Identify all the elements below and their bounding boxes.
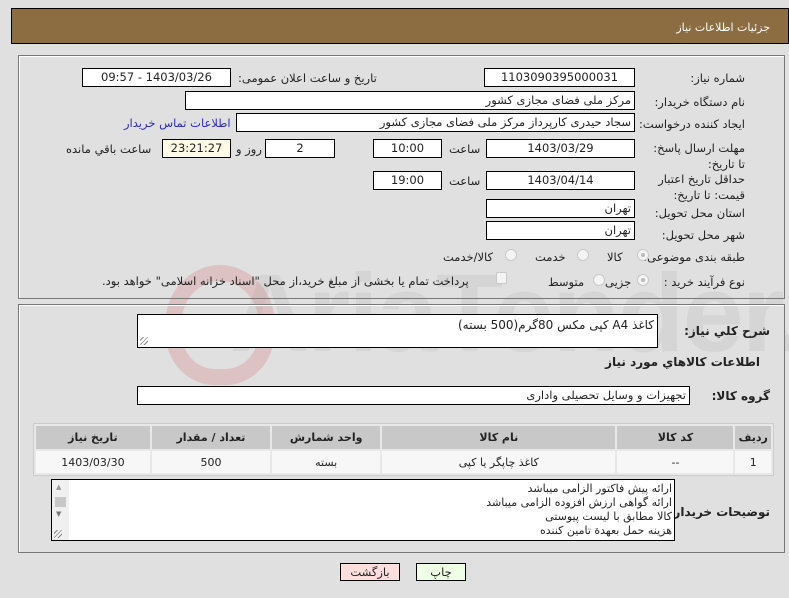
buyer-note-line: کالا مطابق با لیست پیوستی xyxy=(545,510,672,523)
resize-grip-icon[interactable] xyxy=(54,530,62,538)
deadline-time-field[interactable]: 10:00 xyxy=(373,139,442,158)
cell-code: -- xyxy=(617,451,734,473)
scroll-thumb[interactable] xyxy=(55,497,66,507)
col-qty: تعداد / مقدار xyxy=(151,426,271,449)
buyer-note-line: ارائه پیش فاکتور الزامی میباشد xyxy=(527,482,672,495)
cell-name: کاغذ چاپگر یا کپی xyxy=(382,451,616,473)
scroll-down-icon[interactable]: ▼ xyxy=(56,510,61,518)
deadline-date-field[interactable]: 1403/03/29 xyxy=(486,139,635,158)
announce-field[interactable]: 1403/03/26 - 09:57 xyxy=(82,68,231,87)
time-remaining-field: 23:21:27 xyxy=(162,139,231,158)
cell-date: 1403/03/30 xyxy=(36,451,150,473)
category-goods-service-label: کالا/خدمت xyxy=(443,250,494,264)
summary-textarea[interactable]: کاغذ A4 کپی مکس 80گرم(500 بسته) xyxy=(137,314,658,348)
need-number-field[interactable]: 1103090395000031 xyxy=(484,68,635,87)
category-service-label: خدمت xyxy=(535,250,566,264)
goods-table: ردیف کد کالا نام کالا واحد شمارش تعداد /… xyxy=(33,423,774,476)
col-date: تاریخ نیاز xyxy=(36,426,150,449)
category-service-radio[interactable] xyxy=(577,249,589,261)
purchase-type-minor-label: جزیی xyxy=(605,275,632,289)
purchase-type-label: نوع فرآیند خرید : xyxy=(663,275,745,289)
buyer-note-line: هزینه حمل بعهدة تامین کننده xyxy=(539,524,672,537)
col-row: ردیف xyxy=(735,426,771,449)
buyer-contact-link[interactable]: اطلاعات تماس خریدار xyxy=(124,116,231,130)
goods-table-header: ردیف کد کالا نام کالا واحد شمارش تعداد /… xyxy=(36,426,771,449)
buyer-notes-label: توضیحات خریدار: xyxy=(668,505,770,519)
price-validity-label: حداقل تاریخ اعتبار قیمت: تا تاریخ: xyxy=(658,172,745,202)
province-field[interactable]: تهران xyxy=(486,199,635,218)
deadline-label: مهلت ارسال پاسخ: تا تاریخ: xyxy=(653,141,745,171)
days-label: روز و xyxy=(236,142,262,156)
goods-group-field[interactable]: تجهیزات و وسایل تحصیلی واداری xyxy=(137,386,690,405)
deadline-time-label: ساعت xyxy=(449,142,481,156)
need-number-label: شماره نیاز: xyxy=(690,71,745,85)
col-unit: واحد شمارش xyxy=(272,426,381,449)
creator-field[interactable]: سجاد حیدری کارپرداز مرکز ملی فضای مجازی … xyxy=(236,113,635,132)
page-title: جزئیات اطلاعات نیاز xyxy=(676,21,770,34)
treasury-checkbox[interactable] xyxy=(496,272,507,284)
back-button[interactable]: بازگشت xyxy=(340,563,400,581)
summary-text: کاغذ A4 کپی مکس 80گرم(500 بسته) xyxy=(458,318,654,332)
creator-label: ایجاد کننده درخواست: xyxy=(639,117,745,131)
category-goods-label: کالا xyxy=(607,250,623,264)
summary-label: شرح کلي نياز: xyxy=(684,324,770,338)
category-goods-radio[interactable] xyxy=(637,249,649,261)
city-label: شهر محل تحویل: xyxy=(661,228,745,242)
province-label: استان محل تحویل: xyxy=(654,206,745,220)
cell-unit: بسته xyxy=(272,451,381,473)
price-validity-time-field[interactable]: 19:00 xyxy=(373,171,442,190)
time-remaining-label: ساعت باقي مانده xyxy=(66,142,152,156)
buyer-note-line: ارائه گواهی ارزش افزوده الزامی میباشد xyxy=(486,496,672,509)
price-validity-time-label: ساعت xyxy=(449,174,481,188)
category-goods-service-radio[interactable] xyxy=(505,249,517,261)
scroll-up-icon[interactable]: ▲ xyxy=(56,483,61,491)
purchase-type-medium-radio[interactable] xyxy=(593,274,605,286)
purchase-type-medium-label: متوسط xyxy=(548,275,585,289)
treasury-note: پرداخت تمام یا بخشی از مبلغ خرید،از محل … xyxy=(102,274,469,288)
goods-info-title: اطلاعات کالاهاي مورد نياز xyxy=(605,355,760,369)
city-field[interactable]: تهران xyxy=(486,221,635,240)
col-name: نام کالا xyxy=(382,426,616,449)
goods-group-label: گروه کالا: xyxy=(711,389,770,403)
buyer-org-label: نام دستگاه خریدار: xyxy=(654,95,745,109)
table-row: 1 -- کاغذ چاپگر یا کپی بسته 500 1403/03/… xyxy=(36,451,771,473)
buyer-notes-textarea[interactable]: ارائه پیش فاکتور الزامی میباشد ارائه گوا… xyxy=(51,479,675,541)
print-button[interactable]: چاپ xyxy=(416,563,466,581)
price-validity-date-field[interactable]: 1403/04/14 xyxy=(486,171,635,190)
cell-qty: 500 xyxy=(151,451,271,473)
days-remaining-field[interactable]: 2 xyxy=(265,139,335,158)
buyer-notes-text: ارائه پیش فاکتور الزامی میباشد ارائه گوا… xyxy=(486,482,672,538)
category-label: طبقه بندی موضوعی: xyxy=(643,250,745,264)
col-code: کد کالا xyxy=(617,426,734,449)
page-header: جزئیات اطلاعات نیاز xyxy=(11,8,789,44)
notes-scrollbar[interactable]: ▲ ▼ xyxy=(52,480,69,540)
purchase-type-minor-radio[interactable] xyxy=(637,274,649,286)
announce-label: تاریخ و ساعت اعلان عمومی: xyxy=(238,71,377,85)
buyer-org-field[interactable]: مرکز ملی فضای مجازی کشور xyxy=(185,91,635,110)
cell-row: 1 xyxy=(735,451,771,473)
resize-grip-icon[interactable] xyxy=(140,337,148,345)
